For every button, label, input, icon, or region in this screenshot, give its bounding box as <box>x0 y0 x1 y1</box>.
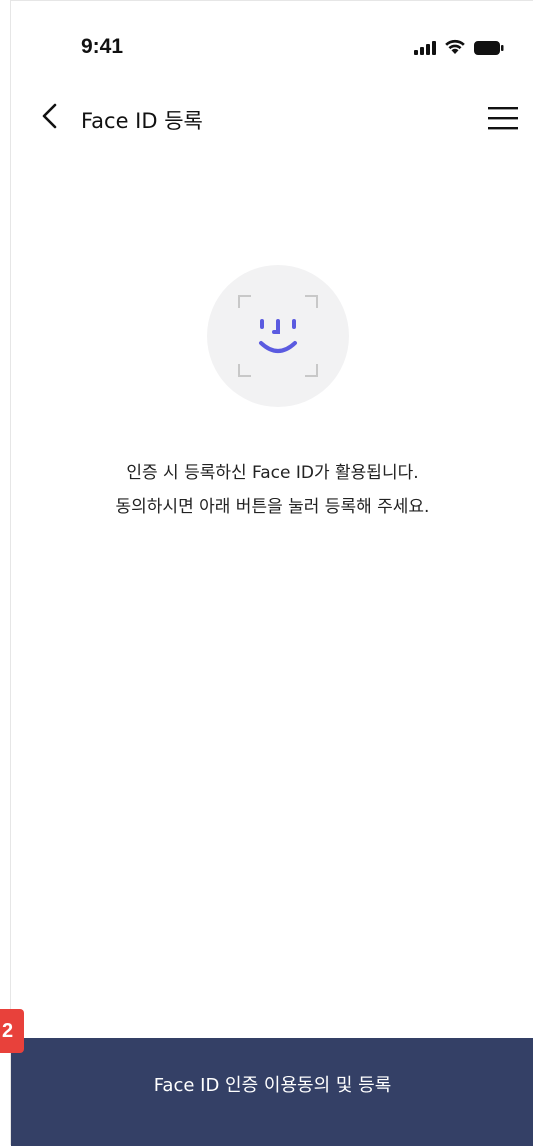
top-nav-bar: Face ID 등록 <box>11 89 533 149</box>
page-title: Face ID 등록 <box>81 109 203 133</box>
status-bar: 9:41 <box>11 1 533 81</box>
status-icons <box>414 39 504 59</box>
face-id-illustration <box>207 265 349 407</box>
wifi-icon <box>444 39 466 59</box>
signal-icon <box>414 40 436 59</box>
status-time: 9:41 <box>81 35 124 58</box>
agree-and-register-button[interactable]: Face ID 인증 이용동의 및 등록 <box>11 1038 533 1146</box>
app-screen: 9:41 Face ID 등록 인증 시 등록하신 Face ID가 활용됩니다… <box>10 0 533 1146</box>
menu-button[interactable] <box>486 103 520 133</box>
face-id-icon <box>207 295 349 411</box>
description-line-1: 인증 시 등록하신 Face ID가 활용됩니다. <box>126 463 419 483</box>
description-line-2: 동의하시면 아래 버튼을 눌러 등록해 주세요. <box>115 497 430 517</box>
back-button[interactable] <box>35 101 65 135</box>
annotation-marker: 2 <box>0 1009 24 1053</box>
battery-icon <box>474 40 504 59</box>
hamburger-menu-icon <box>486 107 520 137</box>
chevron-left-icon <box>41 103 59 133</box>
